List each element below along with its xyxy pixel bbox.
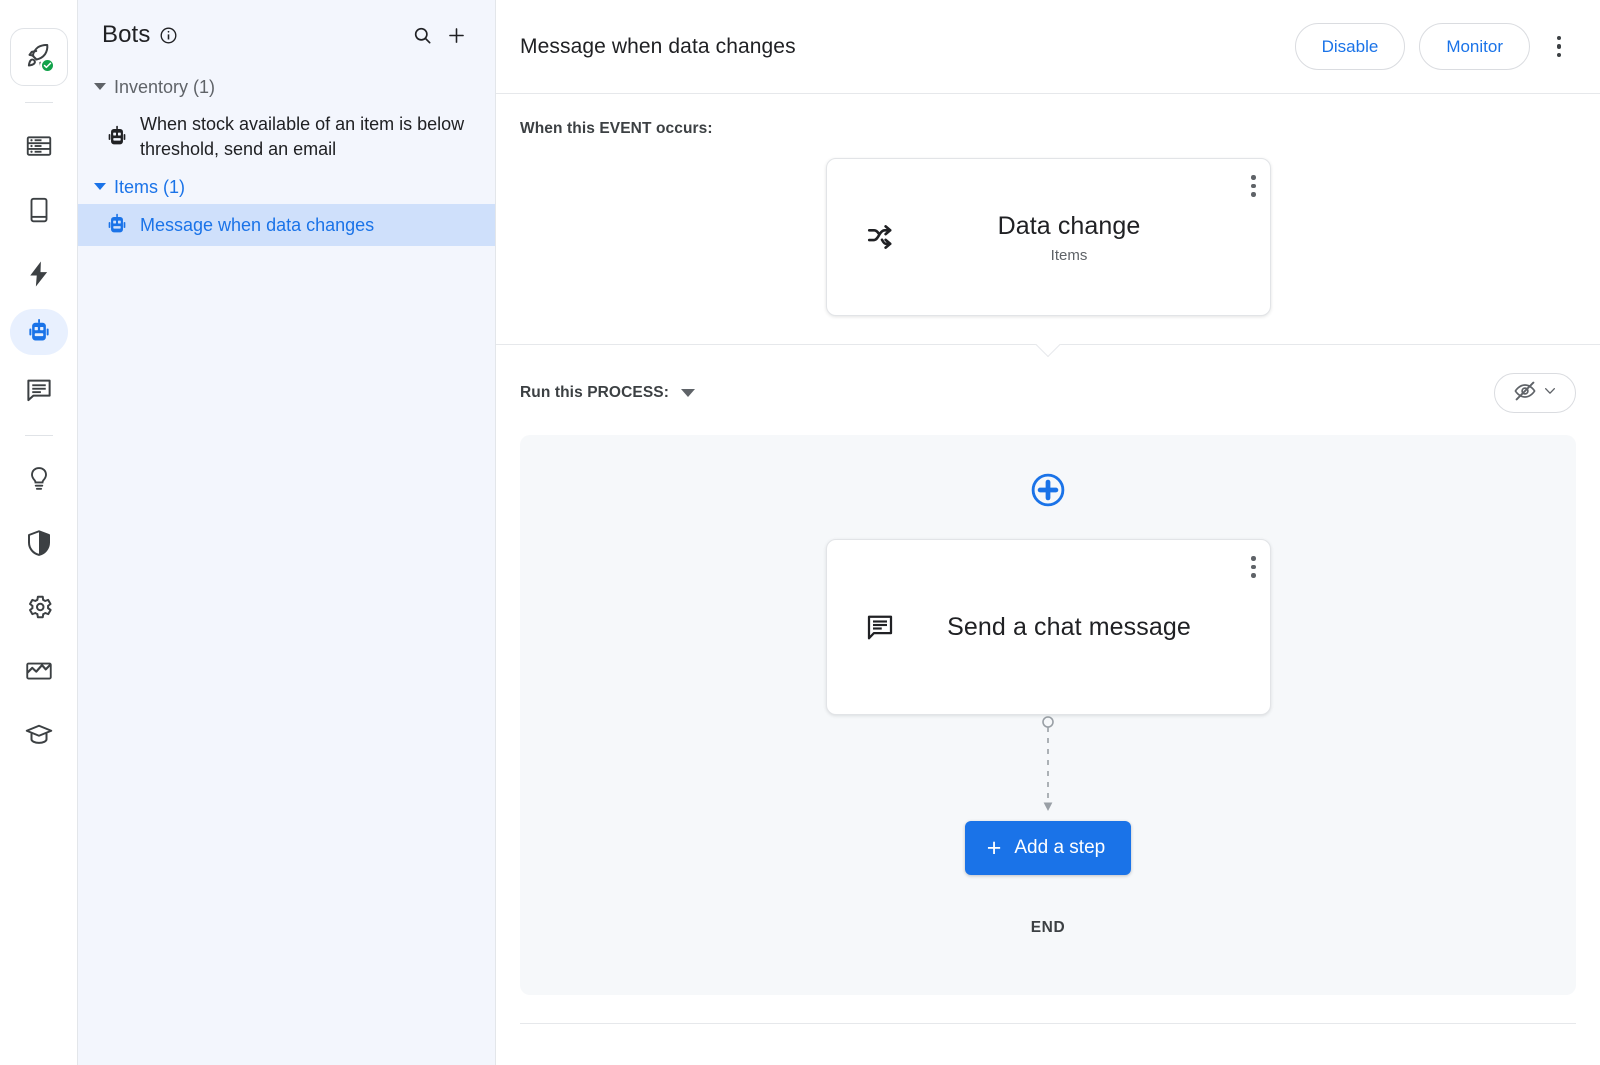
group-label: Inventory (1) <box>114 76 215 98</box>
monitor-button[interactable]: Monitor <box>1419 23 1530 70</box>
robot-icon <box>104 124 130 150</box>
add-bot-icon[interactable] <box>439 18 473 52</box>
check-badge-icon <box>40 58 55 73</box>
event-card-data-change[interactable]: Data change Items <box>826 158 1271 316</box>
rail-divider-bottom <box>25 435 53 436</box>
robot-icon <box>104 212 130 238</box>
rail-item-ideas[interactable] <box>10 450 68 508</box>
bottom-divider <box>520 1023 1576 1024</box>
plus-icon: + <box>987 836 1002 861</box>
rail-item-messages[interactable] <box>10 361 68 419</box>
left-icon-rail <box>0 0 78 1065</box>
rail-item-learn[interactable] <box>10 706 68 764</box>
rail-item-deploy-rocket[interactable] <box>10 28 68 86</box>
graduation-cap-icon <box>24 720 54 750</box>
group-label: Items (1) <box>114 176 185 198</box>
rail-item-data-tables[interactable] <box>10 117 68 175</box>
table-rows-icon <box>24 131 54 161</box>
event-section-label: When this EVENT occurs: <box>520 94 1576 138</box>
main-pane: Message when data changes Disable Monito… <box>496 0 1600 1065</box>
rail-item-security[interactable] <box>10 514 68 572</box>
sidebar-bot-label: When stock available of an item is below… <box>140 112 481 162</box>
rail-divider-top <box>25 102 53 103</box>
robot-icon <box>24 317 54 347</box>
kebab-menu-icon[interactable] <box>1251 556 1256 578</box>
search-icon[interactable] <box>405 18 439 52</box>
chevron-down-icon <box>1542 383 1558 404</box>
analytics-icon <box>24 656 54 686</box>
event-card-wrap: Data change Items <box>520 158 1576 344</box>
event-card-body: Data change Items <box>903 210 1270 264</box>
event-section: When this EVENT occurs: Dat <box>496 94 1600 344</box>
main-header: Message when data changes Disable Monito… <box>496 0 1600 94</box>
flow-connector <box>1038 715 1058 821</box>
visibility-off-icon <box>1513 379 1537 408</box>
app-root: Bots <box>0 0 1600 1065</box>
step-card-wrap: Send a chat message <box>826 539 1271 715</box>
event-card-title: Data change <box>998 212 1141 240</box>
rail-item-actions[interactable] <box>10 245 68 303</box>
expand-triangle-icon <box>94 183 106 190</box>
process-section: Run this PROCESS: <box>496 345 1600 995</box>
caret-down-icon[interactable] <box>681 389 695 397</box>
step-card-title: Send a chat message <box>947 613 1191 641</box>
page-title: Bots <box>102 21 150 49</box>
rail-item-bots[interactable] <box>10 309 68 355</box>
sidebar-header: Bots <box>78 0 495 70</box>
chat-message-icon <box>857 612 903 642</box>
rail-item-settings[interactable] <box>10 578 68 636</box>
process-section-label: Run this PROCESS: <box>520 384 669 402</box>
sidebar-bot-row-selected[interactable]: Message when data changes <box>78 204 495 246</box>
chat-icon <box>24 375 54 405</box>
lightbulb-icon <box>24 464 54 494</box>
bolt-icon <box>24 259 54 289</box>
sidebar-group-inventory[interactable]: Inventory (1) <box>78 70 495 104</box>
shield-icon <box>24 528 54 558</box>
sidebar-bot-row[interactable]: When stock available of an item is below… <box>78 104 495 170</box>
tablet-icon <box>24 195 54 225</box>
kebab-menu-icon[interactable] <box>1251 175 1256 197</box>
gear-icon <box>24 592 54 622</box>
process-flow-panel: Send a chat message + Add a step END <box>520 435 1576 995</box>
visibility-toggle-button[interactable] <box>1494 373 1576 413</box>
rail-item-app-preview[interactable] <box>10 181 68 239</box>
sidebar-bot-label: Message when data changes <box>140 213 374 238</box>
flow-end-label: END <box>1031 919 1066 937</box>
kebab-menu-icon[interactable] <box>1542 27 1576 67</box>
add-step-button[interactable]: + Add a step <box>965 821 1131 875</box>
bot-title: Message when data changes <box>520 35 796 59</box>
divider-notch <box>1025 344 1071 368</box>
info-icon[interactable] <box>150 26 178 45</box>
sidebar-group-items[interactable]: Items (1) <box>78 170 495 204</box>
section-divider <box>496 344 1600 345</box>
add-circle-icon[interactable] <box>1029 471 1067 509</box>
rail-item-monitoring[interactable] <box>10 642 68 700</box>
add-step-label: Add a step <box>1014 837 1105 859</box>
bots-sidebar: Bots <box>78 0 496 1065</box>
disable-button[interactable]: Disable <box>1295 23 1406 70</box>
step-card-body: Send a chat message <box>903 608 1270 646</box>
shuffle-icon <box>857 222 903 252</box>
process-step-card-send-chat-message[interactable]: Send a chat message <box>826 539 1271 715</box>
event-card-subtitle: Items <box>903 247 1236 264</box>
expand-triangle-icon <box>94 83 106 90</box>
